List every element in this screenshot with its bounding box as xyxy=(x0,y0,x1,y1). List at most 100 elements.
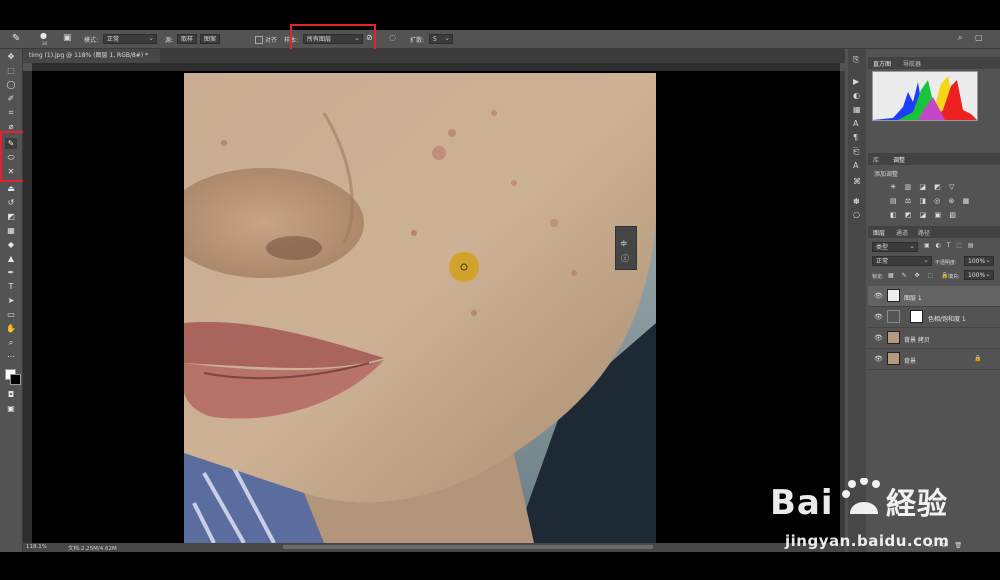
adjustments-panel-tabs: 库 调整 xyxy=(868,153,1000,165)
zoom-tool-icon[interactable]: ⌕ xyxy=(5,337,17,348)
zoom-level[interactable]: 118.1% xyxy=(26,544,47,550)
visibility-eye-icon[interactable]: 👁 xyxy=(874,313,883,321)
search-icon[interactable]: ⌕ xyxy=(958,33,962,43)
align-checkbox[interactable] xyxy=(255,36,263,44)
adjustment-row-3[interactable]: ◧ ◩ ◪ ▣ ▨ xyxy=(890,208,972,222)
adjust-properties-icon[interactable]: ≑ xyxy=(620,239,628,249)
source-pattern-button[interactable]: 图案 xyxy=(200,34,221,44)
panel-icon-strip: ⎘ ▶ ◐ ▦ A ¶ ⎗ A ⌘ ✽ ⎔ xyxy=(848,49,866,552)
info-icon[interactable]: ⓘ xyxy=(621,253,629,264)
brush-settings-icon[interactable]: ▣ xyxy=(63,33,72,43)
eraser-tool-icon[interactable]: ◩ xyxy=(5,211,17,222)
layer-kind-filter[interactable]: 类型 xyxy=(872,241,918,252)
quick-mask-icon[interactable]: ◘ xyxy=(5,389,17,400)
move-tool-icon[interactable]: ✥ xyxy=(5,51,17,62)
layer-row[interactable]: 👁 色相/饱和度 1 xyxy=(868,307,1000,328)
document-size-info: 文档:2.25M/4.62M xyxy=(68,546,117,552)
hand-tool-icon[interactable]: ✋ xyxy=(5,323,17,334)
diffusion-select[interactable]: 5 xyxy=(429,33,453,44)
play-actions-icon[interactable]: ▶ xyxy=(853,77,859,86)
glyphs-panel-icon[interactable]: ⎗ xyxy=(853,147,859,157)
layer-mask-thumbnail xyxy=(910,310,923,323)
adjustment-icons-grid: ☀ ▥ ◪ ◩ ▽ ▤ ⚖ ◨ ◎ ⊛ ▦ ◧ ◩ ◪ ▣ ▨ xyxy=(890,180,972,222)
add-adjustment-title: 添加调整 xyxy=(874,171,899,178)
document-tab[interactable]: timg (1).jpg @ 118% (图层 1, RGB/8#) * xyxy=(23,49,160,63)
options-bar: ✎ ● 34 ▣ 模式: 正常 源: 取样 图案 对齐 样本: 所有图层 ⊘ ◌… xyxy=(0,24,1000,57)
crop-tool-icon[interactable]: ⌗ xyxy=(5,107,17,118)
clone-stamp-tool-icon[interactable]: ⏏ xyxy=(5,183,17,194)
vertical-ruler xyxy=(23,71,32,543)
gradient-tool-icon[interactable]: ▦ xyxy=(5,225,17,236)
lock-label: 锁定: xyxy=(872,274,884,280)
brush-preset-icon[interactable]: ● xyxy=(40,31,47,40)
tool-presets-panel-icon[interactable]: ⎔ xyxy=(853,211,860,220)
tab-adjustments[interactable]: 调整 xyxy=(893,155,905,164)
source-sampled-button[interactable]: 取样 xyxy=(177,34,198,44)
visibility-eye-icon[interactable]: 👁 xyxy=(874,334,883,342)
face-photo[interactable] xyxy=(184,73,656,543)
paths-panel-icon[interactable]: ⌘ xyxy=(853,177,861,186)
lock-icons[interactable]: ▦ ✎ ✥ ⬚ 🔒 xyxy=(888,272,952,279)
layer-name: 色相/饱和度 1 xyxy=(928,316,966,323)
mode-select[interactable]: 正常 xyxy=(103,33,157,44)
layer-filter-icons[interactable]: ▣ ◐ T ⬚ ▤ xyxy=(924,242,976,249)
blend-mode-select[interactable]: 正常 xyxy=(872,255,932,266)
histogram-view xyxy=(872,71,978,121)
opacity-field[interactable]: 100% xyxy=(964,255,994,266)
tab-histogram[interactable]: 直方图 xyxy=(873,59,891,68)
layer-name: 图层 1 xyxy=(904,295,922,302)
background-color-swatch[interactable] xyxy=(10,374,21,385)
shape-tool-icon[interactable]: ▭ xyxy=(5,309,17,320)
layer-name: 背景 xyxy=(904,358,917,365)
status-bar: 118.1% 文档:2.25M/4.62M xyxy=(23,543,845,552)
source-label: 源: xyxy=(165,37,174,44)
layer-thumbnail xyxy=(887,352,900,365)
blur-tool-icon[interactable]: ◆ xyxy=(5,239,17,250)
workspace-icon[interactable]: ▢ xyxy=(975,33,983,42)
horizontal-scrollbar[interactable] xyxy=(283,545,653,549)
pen-tool-icon[interactable]: ✒ xyxy=(5,267,17,278)
pressure-icon[interactable]: ◌ xyxy=(389,33,396,42)
tab-navigator[interactable]: 导航器 xyxy=(903,59,921,68)
quick-select-tool-icon[interactable]: ✐ xyxy=(5,93,17,104)
delete-layer-icon[interactable]: 🗑 xyxy=(955,542,966,549)
adjustment-row-1[interactable]: ☀ ▥ ◪ ◩ ▽ xyxy=(890,180,972,194)
brushes-panel-icon[interactable]: ✽ xyxy=(853,197,860,206)
screen-mode-icon[interactable]: ▣ xyxy=(5,403,17,414)
lock-icon: 🔒 xyxy=(974,355,982,362)
layer-thumbnail xyxy=(887,289,900,302)
layer-thumbnail xyxy=(887,331,900,344)
path-select-tool-icon[interactable]: ➤ xyxy=(5,295,17,306)
dodge-tool-icon[interactable]: ▲ xyxy=(5,253,17,264)
layer-row[interactable]: 👁 图层 1 xyxy=(868,286,1000,307)
layers-panel-tabs: 图层 通道 路径 xyxy=(868,226,1000,238)
history-brush-tool-icon[interactable]: ↺ xyxy=(5,197,17,208)
marquee-tool-icon[interactable]: ⬚ xyxy=(5,65,17,76)
tab-paths[interactable]: 路径 xyxy=(918,228,930,237)
type-tool-icon[interactable]: T xyxy=(5,281,17,292)
styles-panel-icon[interactable]: A xyxy=(853,161,858,170)
adjustment-row-2[interactable]: ▤ ⚖ ◨ ◎ ⊛ ▦ xyxy=(890,194,972,208)
vertical-scrollbar[interactable] xyxy=(840,71,845,543)
visibility-eye-icon[interactable]: 👁 xyxy=(874,355,883,363)
fill-field[interactable]: 100% xyxy=(964,269,994,280)
svg-text:Bai: Bai xyxy=(770,483,834,522)
mode-label: 模式: xyxy=(84,37,99,44)
tab-channels[interactable]: 通道 xyxy=(896,228,908,237)
swatches-panel-icon[interactable]: ▦ xyxy=(853,105,861,114)
tab-libraries[interactable]: 库 xyxy=(873,155,879,164)
lasso-tool-icon[interactable]: ◯ xyxy=(5,79,17,90)
layer-row[interactable]: 👁 背景 拷贝 xyxy=(868,328,1000,349)
right-panels: 直方图 导航器 库 调整 添加调整 ☀ ▥ ◪ ◩ ▽ ▤ ⚖ ◨ ◎ ⊛ ▦ … xyxy=(868,49,1000,552)
history-panel-icon[interactable]: ⎘ xyxy=(853,55,859,65)
color-panel-icon[interactable]: ◐ xyxy=(853,91,860,100)
tab-layers[interactable]: 图层 xyxy=(873,228,885,237)
layer-row[interactable]: 👁 背景 🔒 xyxy=(868,349,1000,370)
visibility-eye-icon[interactable]: 👁 xyxy=(874,292,883,300)
character-panel-icon[interactable]: A xyxy=(853,119,858,128)
paragraph-panel-icon[interactable]: ¶ xyxy=(853,133,858,142)
spot-healing-brush-icon[interactable]: ✎ xyxy=(12,33,20,44)
more-tools-icon[interactable]: ⋯ xyxy=(5,351,17,362)
brush-size-value: 34 xyxy=(42,41,48,46)
horizontal-ruler xyxy=(32,63,840,71)
